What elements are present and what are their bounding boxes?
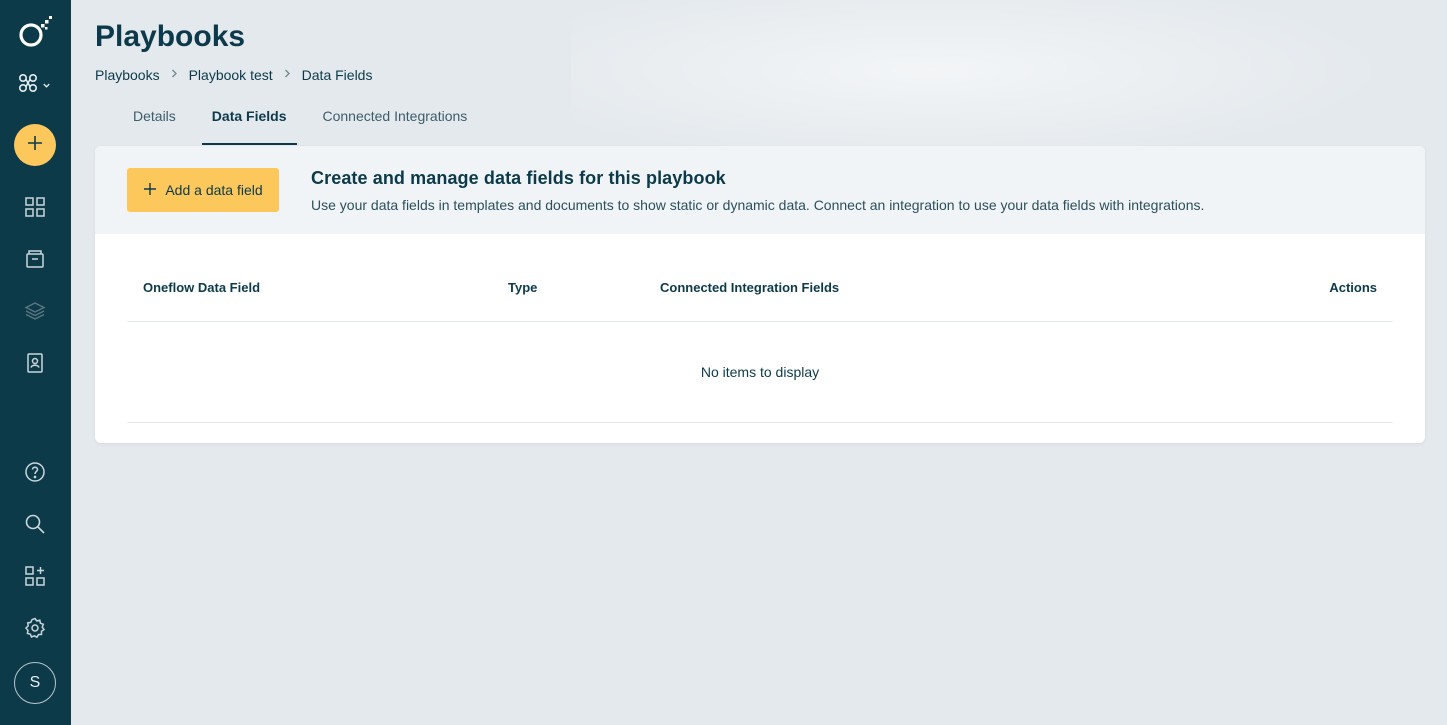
page-title: Playbooks xyxy=(95,20,246,53)
chevron-down-icon xyxy=(42,77,51,95)
tab-connected-integrations[interactable]: Connected Integrations xyxy=(311,100,480,145)
workspace-switcher[interactable] xyxy=(17,72,51,99)
help-icon[interactable] xyxy=(23,460,47,484)
table-header: Oneflow Data Field Type Connected Integr… xyxy=(127,264,1393,322)
column-header-actions: Actions xyxy=(1329,280,1377,295)
create-button[interactable] xyxy=(14,124,56,166)
empty-state-text: No items to display xyxy=(700,364,820,380)
column-header-type: Type xyxy=(508,280,538,295)
documents-icon[interactable] xyxy=(23,247,47,271)
data-fields-table: Oneflow Data Field Type Connected Integr… xyxy=(127,264,1393,423)
breadcrumb-item-playbooks[interactable]: Playbooks xyxy=(95,67,160,83)
avatar[interactable]: S xyxy=(14,662,56,704)
add-data-field-label: Add a data field xyxy=(165,182,263,198)
card-description: Use your data fields in templates and do… xyxy=(311,197,1205,213)
main-content: Playbooks Playbooks Playbook test Data F… xyxy=(71,0,1447,725)
oneflow-logo-icon[interactable] xyxy=(17,14,53,50)
add-data-field-button[interactable]: Add a data field xyxy=(127,168,279,212)
avatar-initial: S xyxy=(29,674,41,691)
tab-details[interactable]: Details xyxy=(121,100,188,145)
plus-icon xyxy=(26,134,44,157)
card-header-text: Create and manage data fields for this p… xyxy=(311,168,1204,213)
breadcrumb-item-playbook[interactable]: Playbook test xyxy=(189,67,273,83)
plus-icon xyxy=(143,182,157,199)
breadcrumb-item-current: Data Fields xyxy=(301,67,373,83)
tab-data-fields[interactable]: Data Fields xyxy=(200,100,299,145)
search-icon[interactable] xyxy=(23,512,47,536)
column-header-data-field: Oneflow Data Field xyxy=(143,280,261,295)
templates-icon[interactable] xyxy=(23,299,47,323)
tab-bar: Details Data Fields Connected Integratio… xyxy=(121,100,491,145)
address-book-icon[interactable] xyxy=(23,351,47,375)
chevron-right-icon xyxy=(284,69,291,81)
marketplace-icon[interactable] xyxy=(23,564,47,588)
chevron-right-icon xyxy=(171,69,178,81)
card-title: Create and manage data fields for this p… xyxy=(311,168,726,188)
breadcrumb: Playbooks Playbook test Data Fields xyxy=(95,67,372,83)
empty-state: No items to display xyxy=(127,322,1393,423)
sidebar: S xyxy=(0,0,71,725)
card-header: Add a data field Create and manage data … xyxy=(95,146,1425,234)
column-header-integration-fields: Connected Integration Fields xyxy=(660,280,840,295)
gear-icon[interactable] xyxy=(23,616,47,640)
dashboard-icon[interactable] xyxy=(23,195,47,219)
workspace-icon xyxy=(17,72,39,99)
data-fields-card: Add a data field Create and manage data … xyxy=(95,146,1425,443)
